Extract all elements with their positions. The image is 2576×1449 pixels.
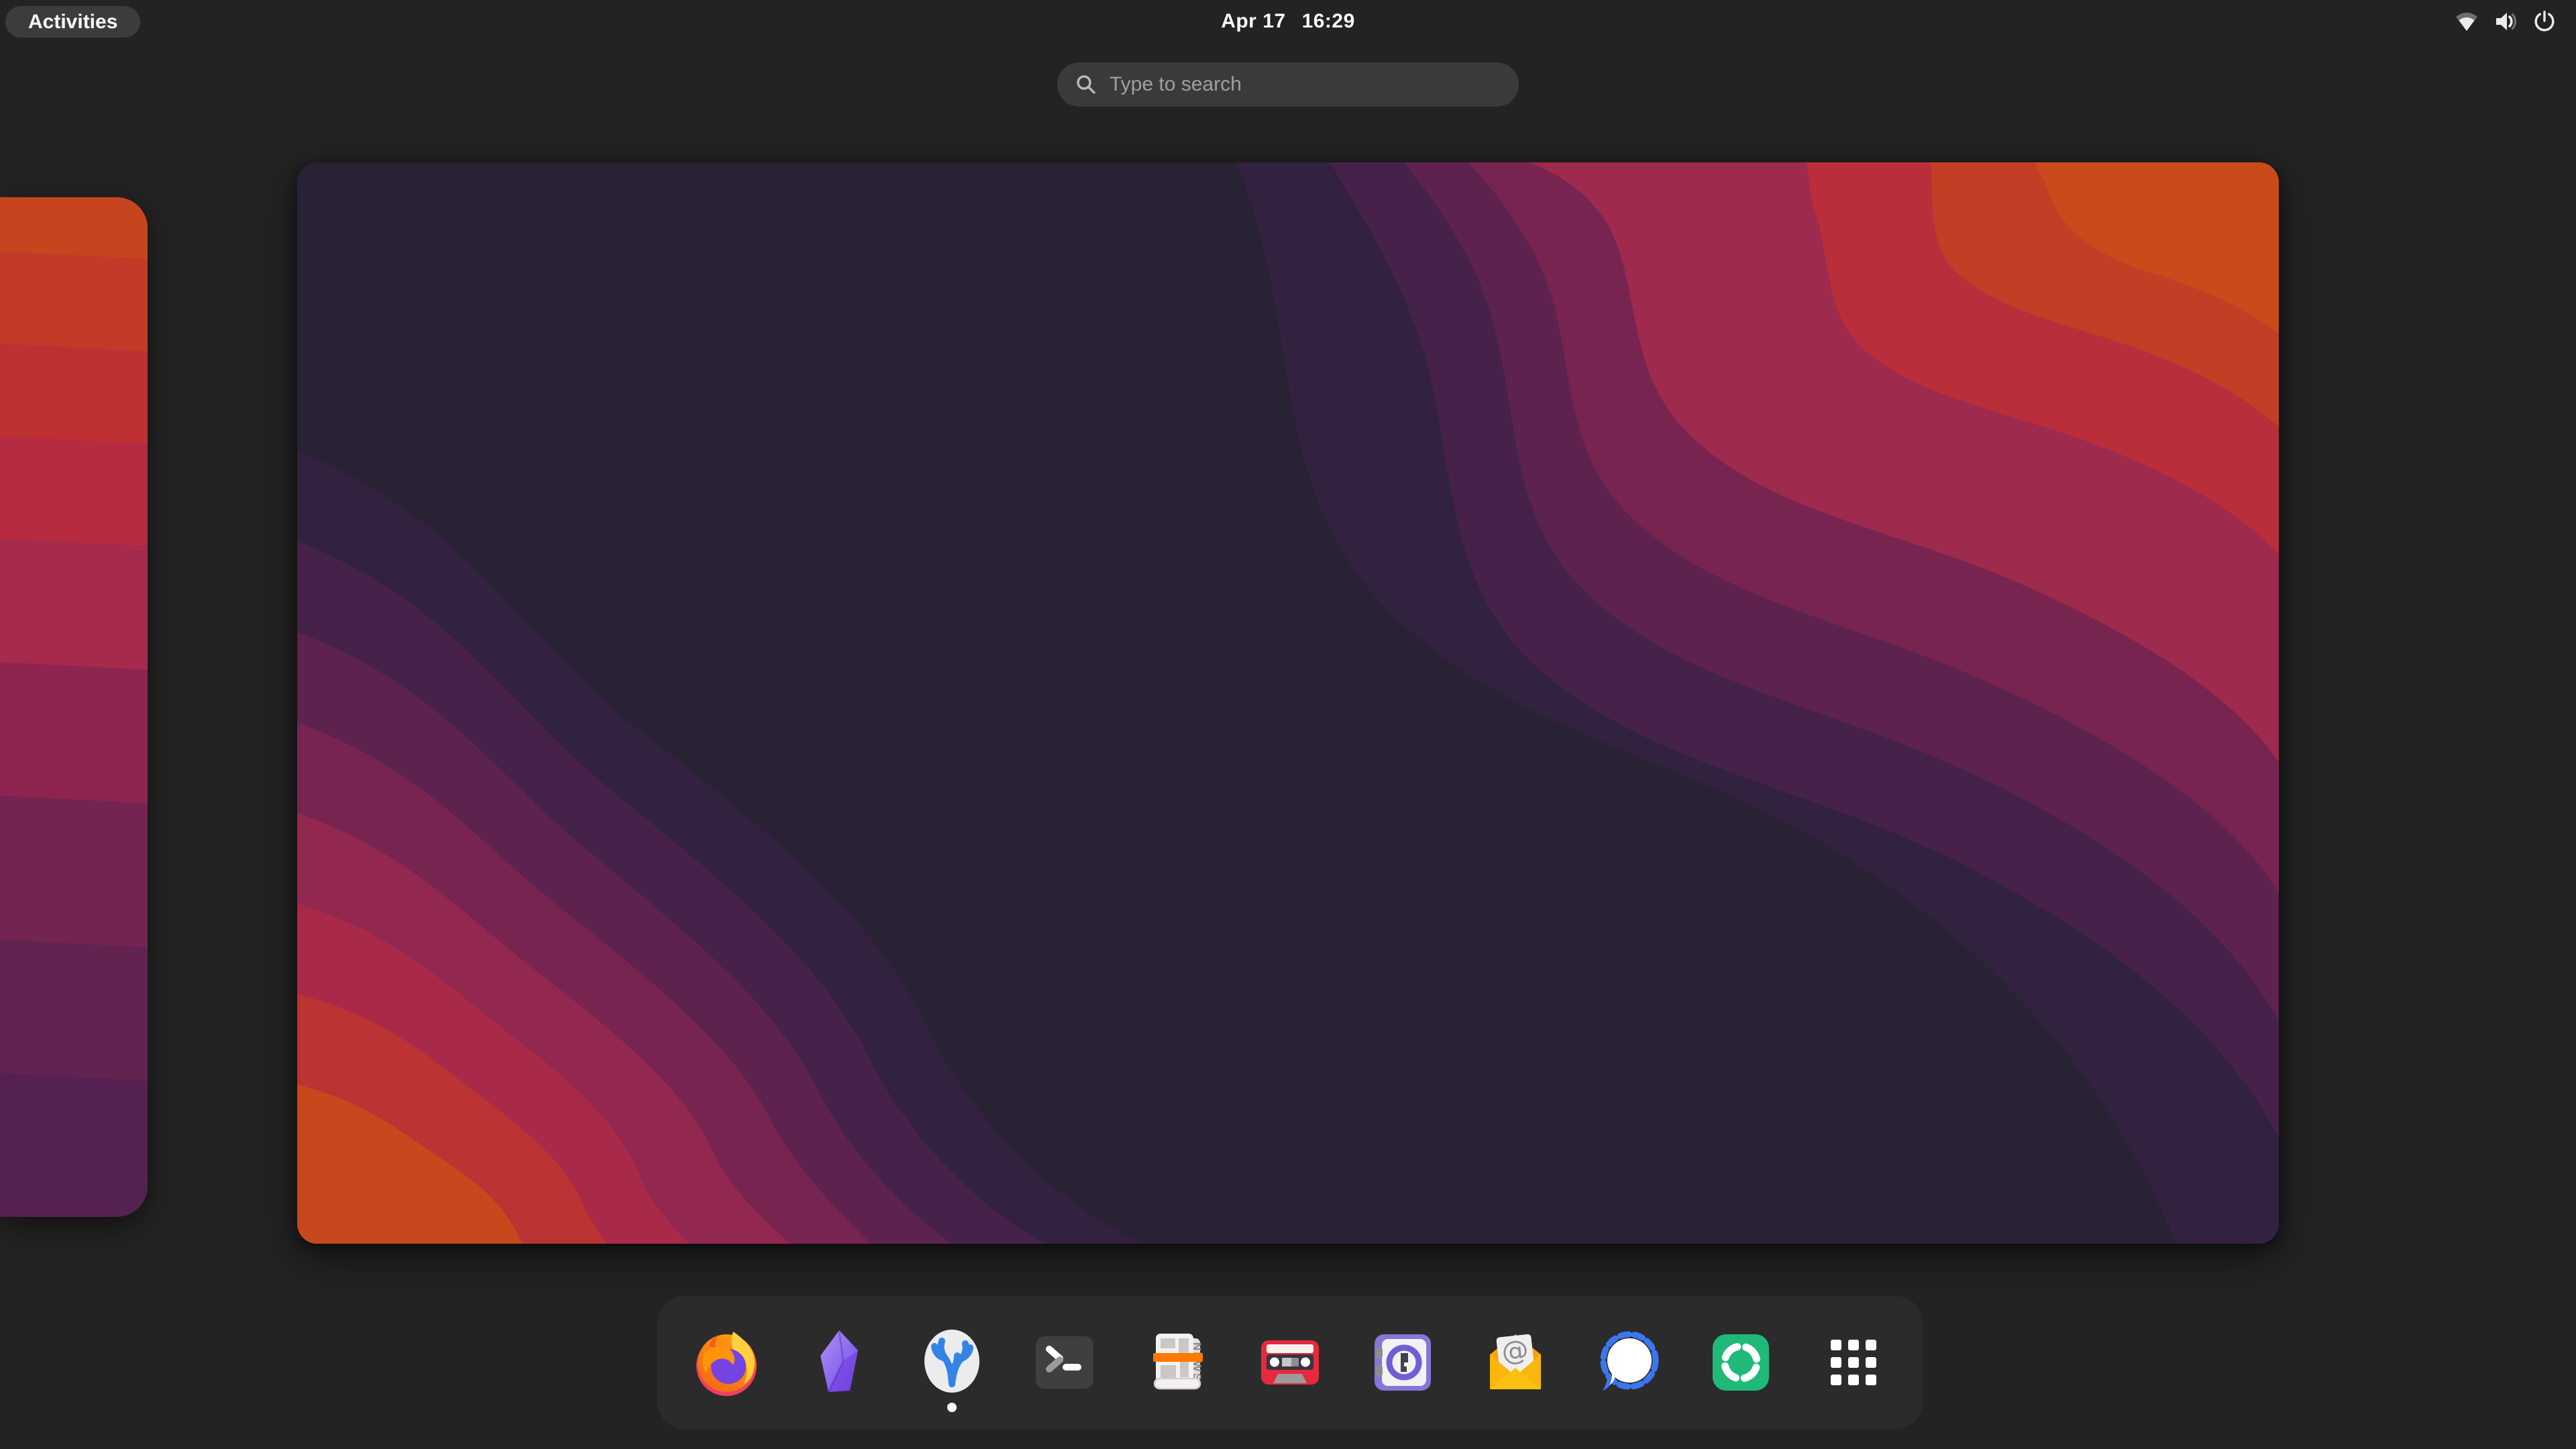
search-bar[interactable] — [1057, 62, 1519, 107]
search-icon — [1075, 73, 1097, 96]
dock-item-coral-app[interactable] — [914, 1325, 989, 1400]
running-indicator-dot — [947, 1403, 957, 1412]
system-status-area[interactable] — [2453, 0, 2559, 43]
dock-item-firefox[interactable] — [689, 1325, 764, 1400]
dock-item-news-reader[interactable]: NEWS — [1140, 1325, 1215, 1400]
dock-item-cassette-media[interactable] — [1252, 1325, 1328, 1400]
dock-item-app-grid[interactable] — [1816, 1325, 1891, 1400]
workspace-preview-left[interactable] — [0, 197, 148, 1217]
svg-text:@: @ — [1500, 1334, 1530, 1368]
dock-item-signal-messenger[interactable] — [1591, 1325, 1666, 1400]
top-bar: Activities Apr 17 16:29 — [0, 0, 2576, 43]
workspace-preview-active[interactable] — [297, 162, 2279, 1244]
power-icon — [2530, 7, 2559, 36]
dock-item-mail[interactable]: @ — [1478, 1325, 1553, 1400]
mail-icon: @ — [1478, 1325, 1553, 1400]
search-input[interactable] — [1108, 72, 1505, 97]
dock-item-password-safe[interactable] — [1365, 1325, 1440, 1400]
dock-item-sync-app[interactable] — [1703, 1325, 1778, 1400]
safe-icon — [1365, 1325, 1440, 1400]
dash-dock: NEWS @ — [657, 1296, 1923, 1429]
firefox-icon — [689, 1325, 764, 1400]
dock-item-terminal[interactable] — [1027, 1325, 1102, 1400]
signal-icon — [1591, 1325, 1666, 1400]
volume-icon — [2491, 7, 2520, 36]
coral-icon — [914, 1325, 989, 1400]
wallpaper-image — [297, 162, 2279, 1244]
clock[interactable]: Apr 17 16:29 — [0, 0, 2576, 43]
wifi-icon — [2453, 7, 2481, 36]
clock-date: Apr 17 — [1221, 10, 1285, 33]
clock-time: 16:29 — [1302, 10, 1355, 33]
svg-text:NEWS: NEWS — [1191, 1342, 1203, 1382]
sync-icon — [1703, 1325, 1778, 1400]
newspaper-icon: NEWS — [1140, 1325, 1215, 1400]
terminal-icon — [1027, 1325, 1102, 1400]
app-grid-icon — [1816, 1325, 1891, 1400]
dock-item-obsidian[interactable] — [802, 1325, 877, 1400]
obsidian-icon — [802, 1325, 877, 1400]
cassette-icon — [1252, 1325, 1328, 1400]
